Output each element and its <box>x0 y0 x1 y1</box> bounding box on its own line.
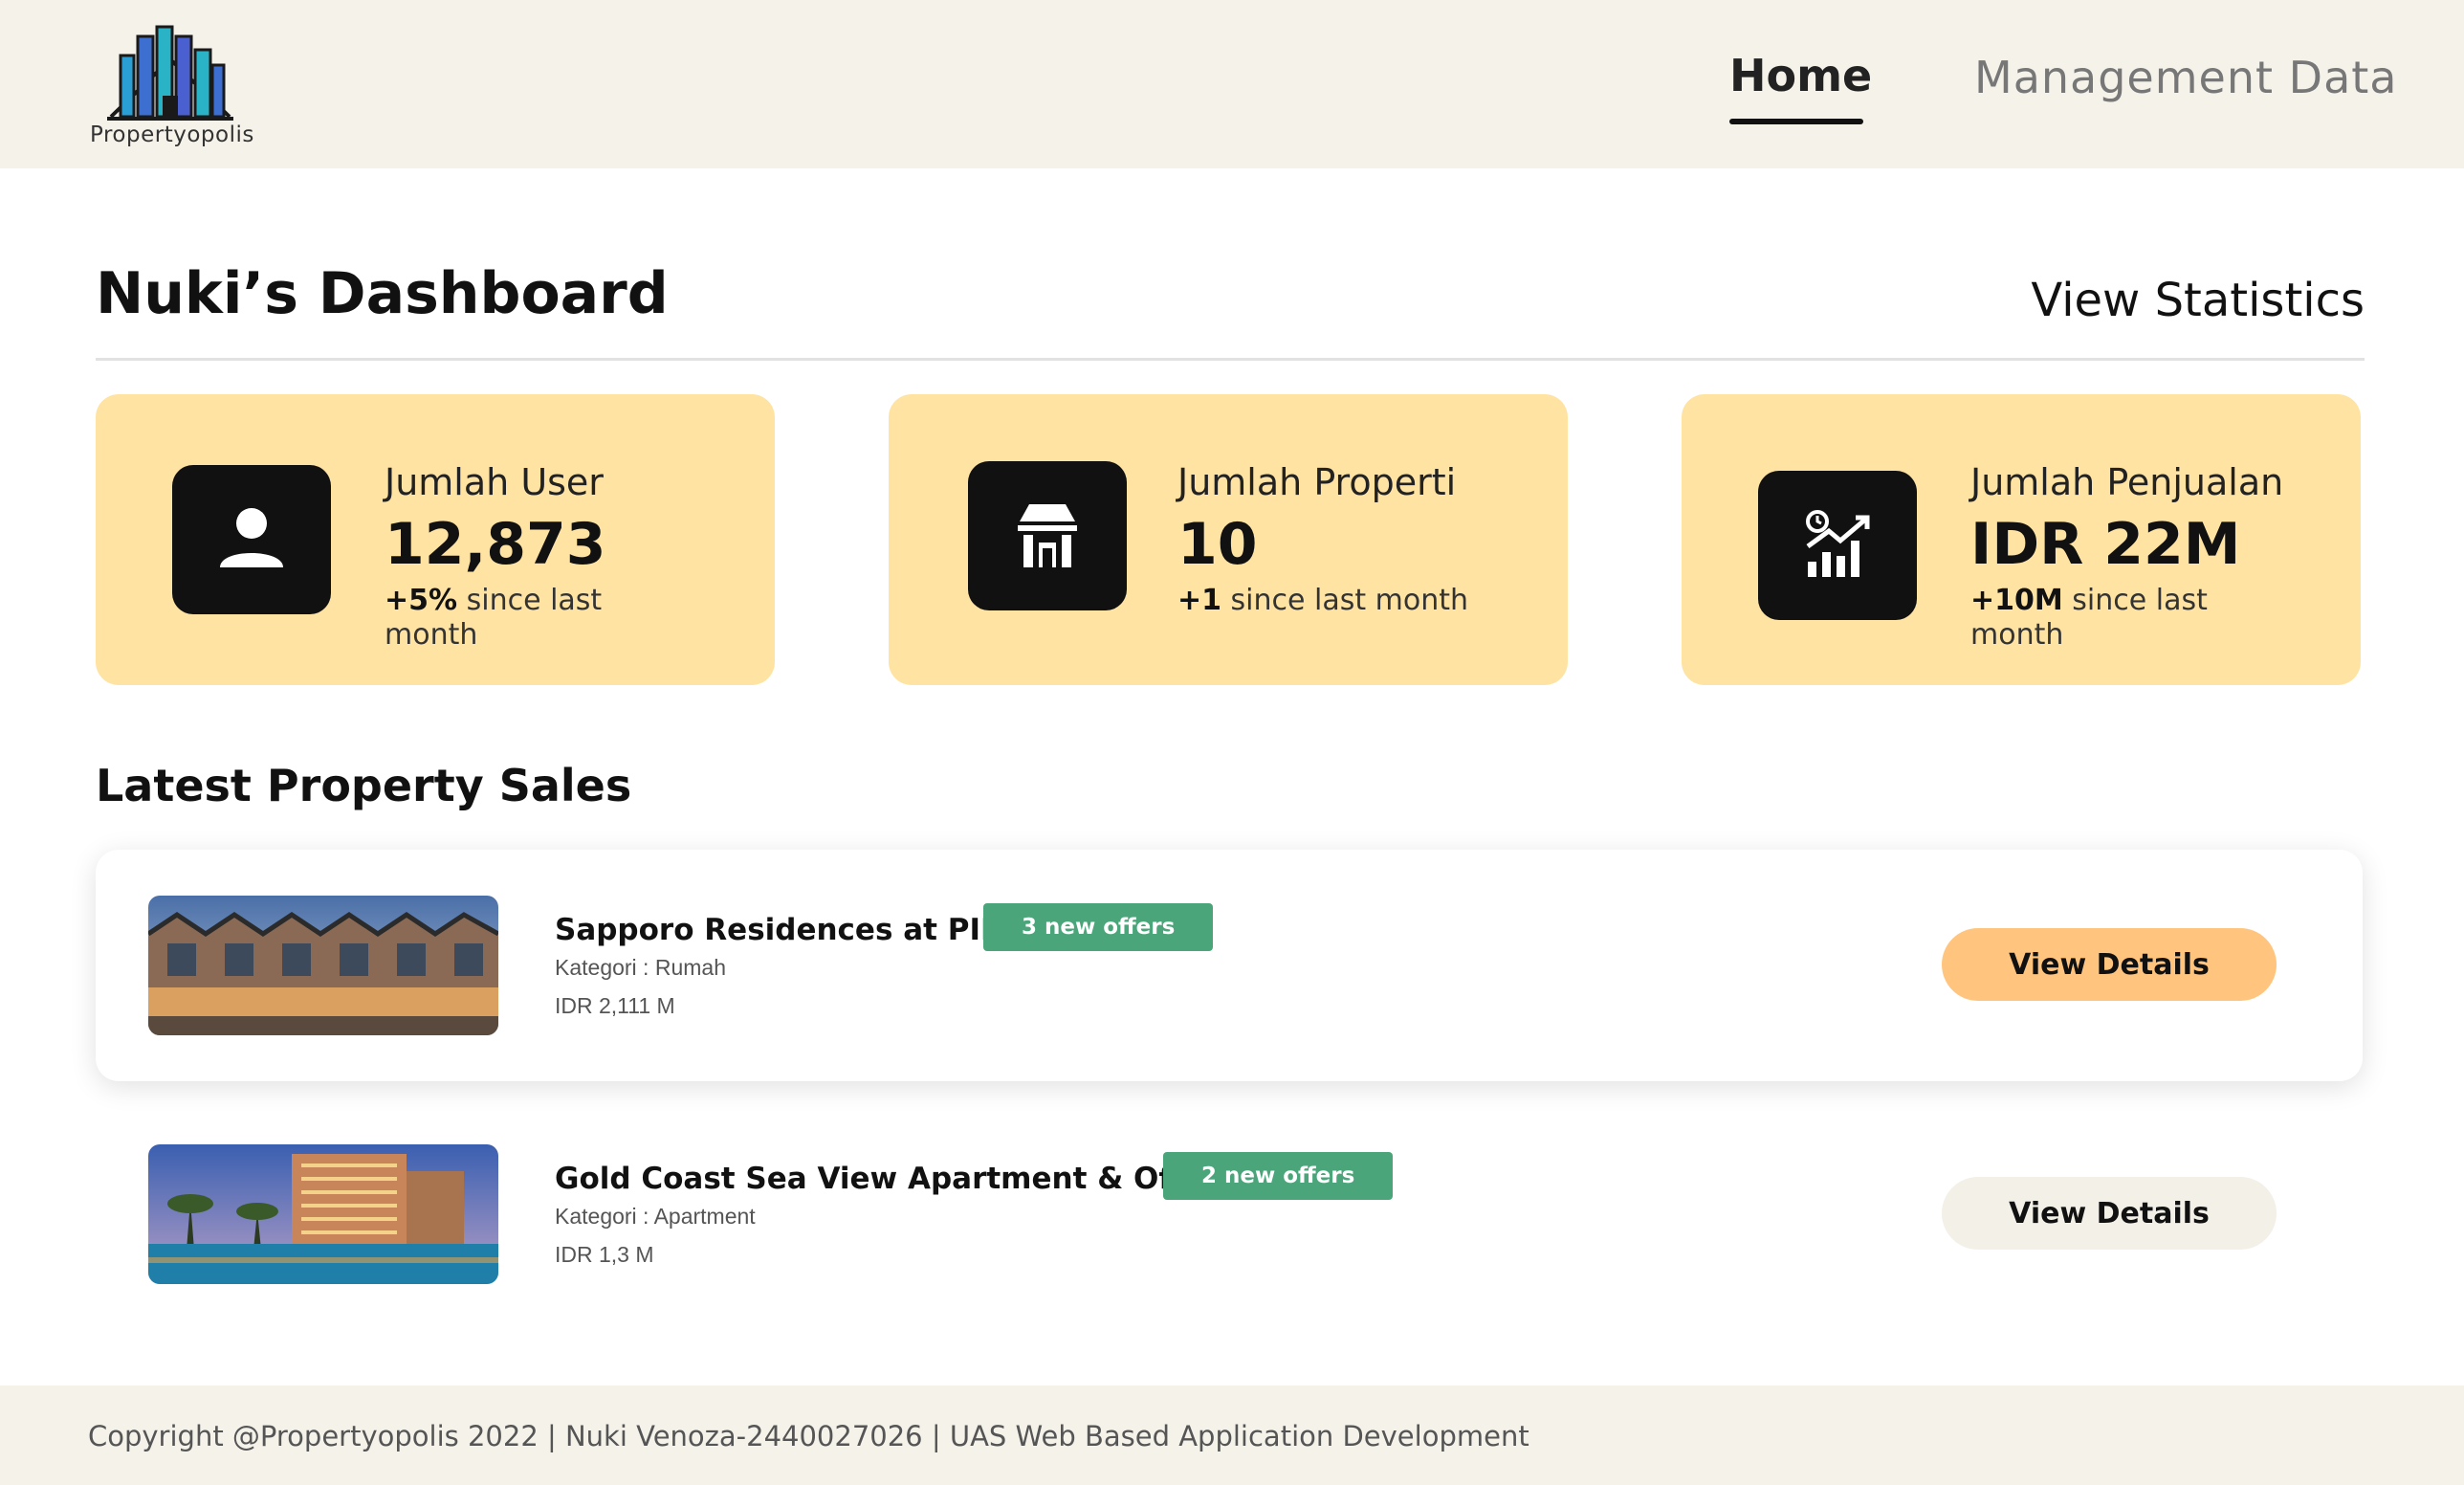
property-price: IDR 1,3 M <box>555 1242 654 1267</box>
nav-management-data-link[interactable]: Management Data <box>1974 52 2397 103</box>
view-details-button[interactable]: View Details <box>1942 928 2277 1001</box>
stat-card-properties: Jumlah Properti 10 +1 since last month <box>889 394 1568 685</box>
property-name[interactable]: Sapporo Residences at PIK2 <box>555 913 1024 947</box>
stat-change: +1 since last month <box>1177 584 1469 617</box>
sales-chart-icon <box>1758 471 1917 620</box>
sale-item: Gold Coast Sea View Apartment & Office 2… <box>96 1098 2363 1330</box>
view-details-button[interactable]: View Details <box>1942 1177 2277 1250</box>
page-title: Nuki’s Dashboard <box>96 260 669 327</box>
property-category: Kategori : Rumah <box>555 955 726 980</box>
property-name[interactable]: Gold Coast Sea View Apartment & Office <box>555 1162 1229 1196</box>
city-logo-icon <box>107 25 233 121</box>
nav-active-indicator <box>1729 119 1863 124</box>
nav-home-link[interactable]: Home <box>1729 50 1872 101</box>
latest-sales-title: Latest Property Sales <box>96 760 632 811</box>
offers-badge: 3 new offers <box>983 903 1214 951</box>
property-category: Kategori : Apartment <box>555 1204 756 1229</box>
offers-badge: 2 new offers <box>1163 1152 1394 1200</box>
stat-change: +5% since last month <box>385 584 603 652</box>
store-icon <box>968 461 1127 610</box>
stat-value: 12,873 <box>385 511 606 578</box>
stat-change: +10M since last month <box>1970 584 2208 652</box>
stat-label: Jumlah Properti <box>1177 461 1457 503</box>
stat-card-users: Jumlah User 12,873 +5% since last month <box>96 394 775 685</box>
property-price: IDR 2,111 M <box>555 993 675 1018</box>
brand-logo[interactable]: Propertyopolis <box>90 23 253 151</box>
header-divider <box>96 358 2365 361</box>
property-photo <box>148 896 498 1035</box>
top-navbar: Propertyopolis Home Management Data <box>0 0 2464 168</box>
stat-value: 10 <box>1177 511 1258 578</box>
stat-value: IDR 22M <box>1970 511 2241 578</box>
stat-label: Jumlah User <box>385 461 604 503</box>
sale-item: Sapporo Residences at PIK2 3 new offers … <box>96 850 2363 1081</box>
stat-card-sales: Jumlah Penjualan IDR 22M +10M since last… <box>1682 394 2361 685</box>
footer: Copyright @Propertyopolis 2022 | Nuki Ve… <box>0 1385 2464 1485</box>
brand-name: Propertyopolis <box>90 122 254 147</box>
property-photo <box>148 1144 498 1284</box>
footer-copyright: Copyright @Propertyopolis 2022 | Nuki Ve… <box>88 1420 1529 1452</box>
stat-label: Jumlah Penjualan <box>1970 461 2284 503</box>
user-icon <box>172 465 331 614</box>
view-statistics-link[interactable]: View Statistics <box>2031 274 2365 327</box>
